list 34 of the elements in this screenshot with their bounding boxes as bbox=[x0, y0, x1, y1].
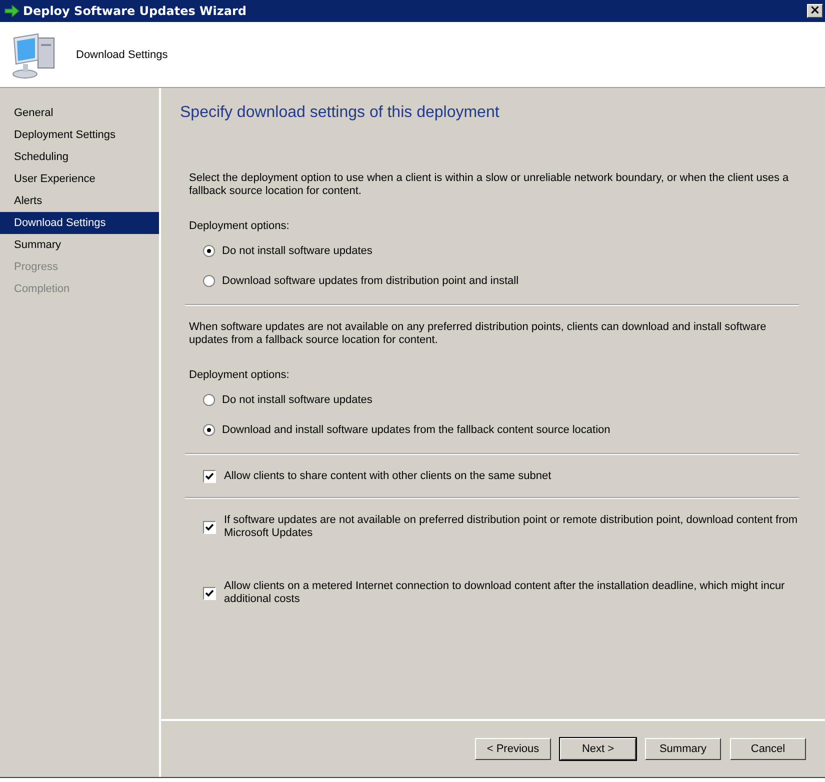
radio-label: Do not install software updates bbox=[222, 245, 372, 257]
radio-button[interactable] bbox=[203, 394, 215, 406]
description-text: Select the deployment option to use when a client is within a slow or unreliable network boundary, or when the client uses a fallback source location for content. bbox=[189, 172, 790, 198]
page-title: Specify download settings of this deployment bbox=[180, 104, 500, 122]
sidebar-item[interactable]: Scheduling bbox=[0, 146, 159, 168]
options-label: Deployment options: bbox=[189, 369, 290, 381]
radio-label: Download and install software updates from the fallback content source location bbox=[222, 424, 610, 436]
radio-button[interactable] bbox=[203, 275, 215, 287]
sidebar-item[interactable]: Download Settings bbox=[0, 212, 159, 234]
arrow-icon bbox=[4, 5, 20, 17]
wizard-button[interactable]: Summary bbox=[645, 738, 721, 760]
description-text: When software updates are not available on any preferred distribution points, clients can download and install software updates from a fallback source location for content. bbox=[189, 321, 768, 347]
close-button[interactable]: × bbox=[807, 4, 823, 18]
wizard-button[interactable]: Next > bbox=[560, 738, 636, 760]
wizard-button[interactable]: < Previous bbox=[475, 738, 551, 760]
checkbox-label: Allow clients on a metered Internet connection to download content after the installation deadline, which might incur additional costs bbox=[224, 580, 786, 606]
radio-label: Download software updates from distribution point and install bbox=[222, 275, 519, 287]
checkbox-label: Allow clients to share content with other clients on the same subnet bbox=[224, 470, 552, 483]
checkbox-label: If software updates are not available on preferred distribution point or remote distribution point, download content from Microsoft Updates bbox=[224, 514, 799, 540]
sidebar-item[interactable]: Deployment Settings bbox=[0, 124, 159, 146]
radio-button[interactable] bbox=[203, 245, 215, 257]
header-title: Download Settings bbox=[76, 48, 168, 60]
sidebar-item[interactable]: User Experience bbox=[0, 168, 159, 190]
checkbox[interactable] bbox=[203, 470, 216, 483]
sidebar-item[interactable]: Alerts bbox=[0, 190, 159, 212]
sidebar-item[interactable]: General bbox=[0, 102, 159, 124]
radio-label: Do not install software updates bbox=[222, 394, 372, 406]
sidebar-item[interactable]: Summary bbox=[0, 234, 159, 256]
options-label: Deployment options: bbox=[189, 220, 290, 232]
radio-button[interactable] bbox=[203, 424, 215, 436]
wizard-button[interactable]: Cancel bbox=[730, 738, 806, 760]
window-title: Deploy Software Updates Wizard bbox=[23, 4, 248, 18]
checkbox[interactable] bbox=[203, 520, 216, 534]
checkbox[interactable] bbox=[203, 586, 216, 600]
